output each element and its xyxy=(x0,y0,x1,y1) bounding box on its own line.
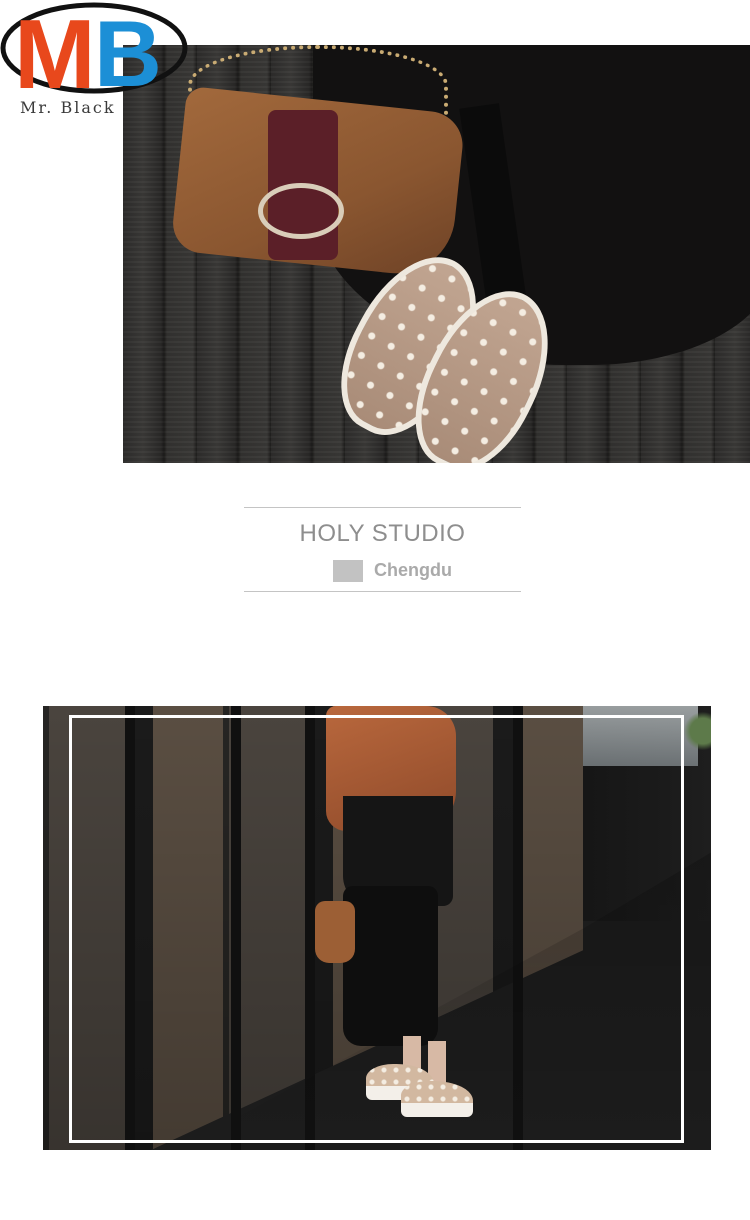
divider-top xyxy=(244,507,521,508)
color-swatch xyxy=(333,560,363,582)
white-photo-frame xyxy=(69,715,684,1143)
studio-city: Chengdu xyxy=(374,560,452,580)
logo-mark: M B xyxy=(0,0,188,100)
divider-bottom xyxy=(244,591,521,592)
logo-letter-b: B xyxy=(94,1,162,100)
top-product-photo xyxy=(123,45,750,463)
plant-foliage xyxy=(683,706,711,756)
brand-logo: M B Mr. Black xyxy=(0,0,190,125)
bottom-product-photo xyxy=(43,706,711,1150)
studio-title: HOLY STUDIO xyxy=(299,520,466,547)
bag-ring-buckle xyxy=(258,183,344,239)
logo-letter-m: M xyxy=(14,0,96,100)
logo-caption: Mr. Black xyxy=(20,98,116,117)
